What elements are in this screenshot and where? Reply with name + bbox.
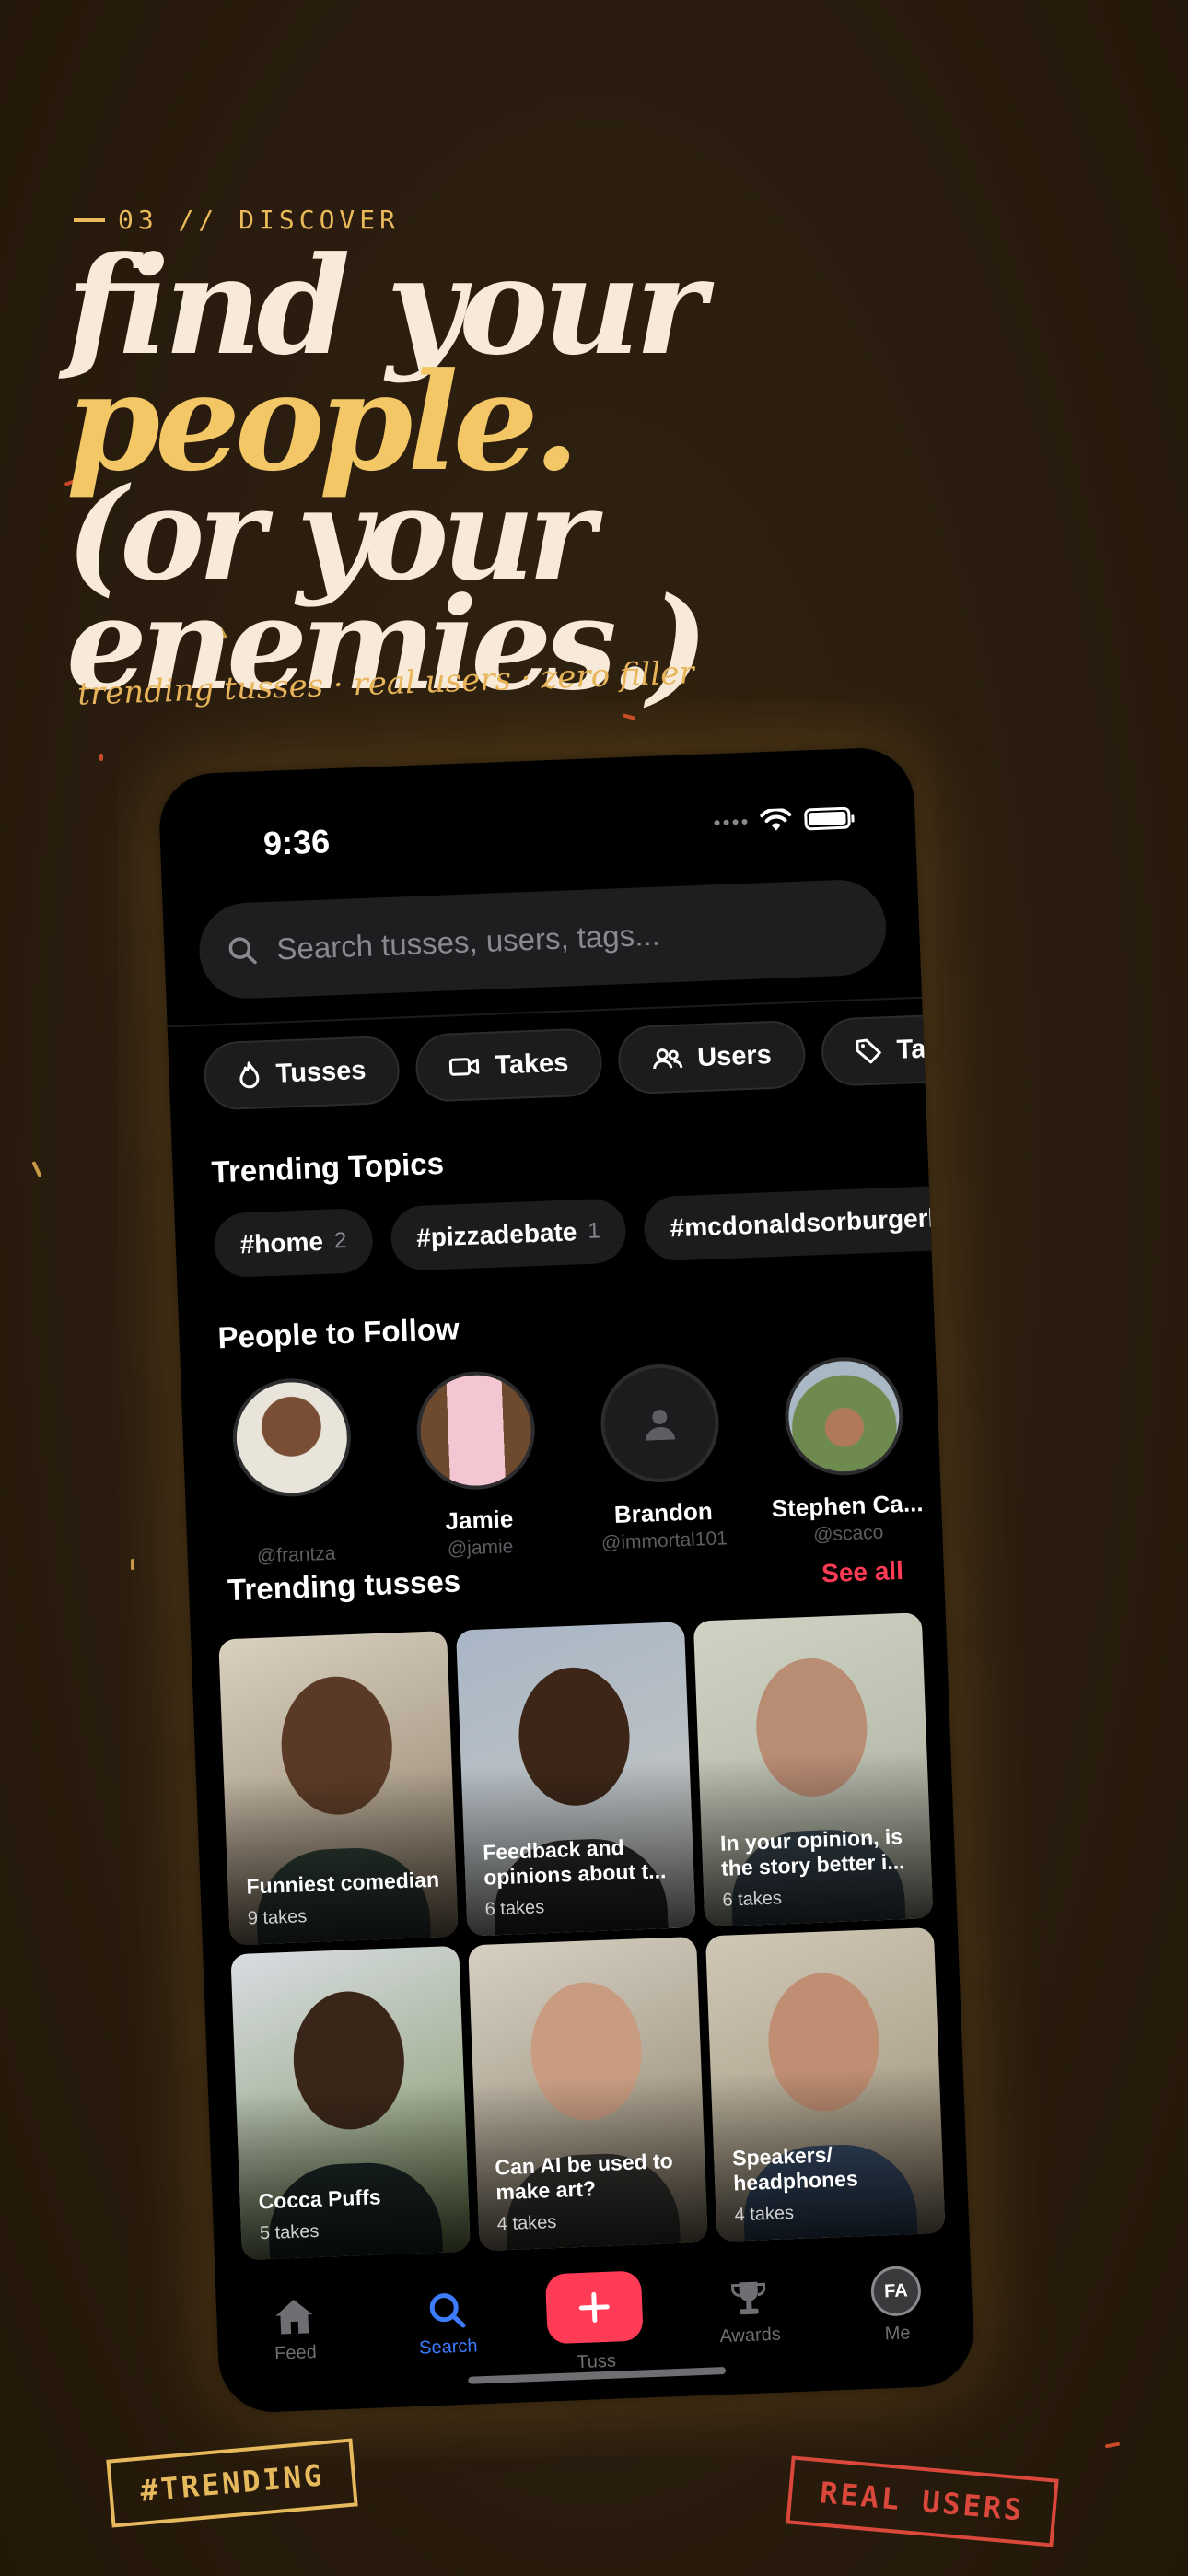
topic-tag: #home bbox=[239, 1226, 324, 1259]
avatar bbox=[599, 1362, 721, 1485]
tab-label: Awards bbox=[719, 2324, 782, 2348]
filter-chip-label: Tusses bbox=[275, 1055, 367, 1089]
tuss-takes: 4 takes bbox=[734, 2203, 795, 2226]
person-name bbox=[295, 1513, 296, 1542]
avatar bbox=[414, 1369, 538, 1493]
tab-label: Search bbox=[418, 2336, 478, 2359]
stamp-text: #TRENDING bbox=[138, 2457, 326, 2509]
topic-count: 1 bbox=[587, 1218, 601, 1244]
tuss-title: Can AI be used to make art? bbox=[494, 2148, 674, 2205]
people-to-follow-title: People to Follow bbox=[216, 1311, 460, 1355]
decorative-speck bbox=[31, 1160, 42, 1178]
topic-tag: #mcdonaldsorburgerki bbox=[670, 1202, 950, 1243]
decorative-speck bbox=[131, 1559, 134, 1570]
avatar bbox=[230, 1376, 354, 1499]
person-item[interactable]: @frantza bbox=[208, 1376, 378, 1570]
tuss-takes: 6 takes bbox=[484, 1897, 545, 1920]
tuss-title: Feedback and opinions about t... bbox=[482, 1834, 667, 1891]
filter-chip-label: Tags bbox=[896, 1032, 958, 1065]
signal-icon bbox=[714, 818, 748, 826]
search-icon bbox=[228, 937, 257, 965]
tuss-title: Speakers/ headphones bbox=[731, 2142, 859, 2195]
status-time: 9:36 bbox=[262, 822, 331, 863]
tab-feed[interactable]: Feed bbox=[239, 2295, 352, 2367]
tab-awards[interactable]: Awards bbox=[693, 2277, 806, 2349]
person-item[interactable]: Stephen Ca... @scaco bbox=[761, 1354, 930, 1549]
filter-chip-tags[interactable]: Tags bbox=[820, 1012, 975, 1087]
person-placeholder-icon bbox=[646, 1409, 676, 1441]
tab-bar: Feed Search Tuss Awards FA Me bbox=[215, 2237, 975, 2415]
filter-chip-tusses[interactable]: Tusses bbox=[203, 1035, 401, 1111]
stamp-real-users: REAL USERS bbox=[786, 2455, 1059, 2547]
tuss-takes: 4 takes bbox=[496, 2211, 557, 2235]
filter-chip-label: Takes bbox=[494, 1048, 569, 1081]
filter-chip-users[interactable]: Users bbox=[616, 1019, 807, 1095]
topic-tag: #pizzadebate bbox=[415, 1217, 577, 1252]
video-icon bbox=[448, 1058, 480, 1076]
tuss-grid: Funniest comedian 9 takes Feedback and o… bbox=[218, 1612, 946, 2261]
person-name: Jamie bbox=[444, 1505, 514, 1535]
filter-chip-takes[interactable]: Takes bbox=[413, 1027, 603, 1103]
avatar bbox=[782, 1354, 905, 1478]
avatar: FA bbox=[869, 2265, 922, 2317]
tuss-takes: 9 takes bbox=[247, 1906, 308, 1929]
topic-chip[interactable]: #mcdonaldsorburgerki bbox=[643, 1184, 975, 1262]
trending-topics-title: Trending Topics bbox=[210, 1145, 445, 1189]
plus-icon bbox=[578, 2291, 610, 2323]
trending-topics-list: #home 2 #pizzadebate 1 #mcdonaldsorburge… bbox=[213, 1184, 975, 1279]
tab-search[interactable]: Search bbox=[391, 2289, 505, 2360]
person-name: Brandon bbox=[613, 1496, 714, 1528]
home-icon bbox=[275, 2299, 313, 2335]
promo-page: 03 // DISCOVER find your people. (or you… bbox=[0, 0, 1188, 2576]
tag-icon bbox=[855, 1038, 881, 1064]
new-tuss-button[interactable] bbox=[544, 2270, 644, 2345]
users-icon bbox=[653, 1048, 683, 1070]
tuss-card[interactable]: Can AI be used to make art? 4 takes bbox=[468, 1936, 708, 2252]
tuss-takes: 5 takes bbox=[259, 2220, 320, 2244]
see-all-link[interactable]: See all bbox=[821, 1556, 904, 1588]
tab-label: Feed bbox=[274, 2342, 318, 2364]
battery-icon bbox=[804, 806, 851, 831]
tuss-card[interactable]: Feedback and opinions about t... 6 takes bbox=[456, 1622, 696, 1937]
search-bar[interactable]: Search tusses, users, tags... bbox=[197, 878, 889, 1001]
stamp-trending: #TRENDING bbox=[106, 2438, 359, 2528]
topic-chip[interactable]: #pizzadebate 1 bbox=[389, 1198, 628, 1272]
trending-tusses-title: Trending tusses bbox=[227, 1563, 461, 1608]
search-input[interactable]: Search tusses, users, tags... bbox=[276, 918, 661, 967]
status-icons bbox=[714, 806, 851, 836]
tuss-card[interactable]: Cocca Puffs 5 takes bbox=[230, 1945, 471, 2261]
filter-chips: Tusses Takes Users Tags bbox=[203, 1010, 975, 1111]
tab-label: Me bbox=[884, 2323, 911, 2345]
tuss-takes: 6 takes bbox=[722, 1888, 783, 1911]
trophy-icon bbox=[730, 2281, 766, 2315]
search-icon bbox=[429, 2293, 466, 2328]
person-handle: @jamie bbox=[447, 1536, 514, 1560]
decorative-speck bbox=[1104, 2441, 1121, 2449]
person-handle: @frantza bbox=[256, 1542, 336, 1567]
phone-mockup: 9:36 Search tusses, users, tags... Tusse… bbox=[157, 745, 975, 2415]
person-handle: @scaco bbox=[812, 1521, 884, 1546]
tuss-card[interactable]: Speakers/ headphones 4 takes bbox=[705, 1926, 946, 2242]
stamp-text: REAL USERS bbox=[818, 2475, 1026, 2528]
tab-label: Tuss bbox=[576, 2350, 617, 2373]
topic-count: 2 bbox=[333, 1227, 347, 1254]
wifi-icon bbox=[760, 808, 792, 831]
tuss-title: In your opinion, is the story better i..… bbox=[719, 1824, 905, 1881]
decorative-speck bbox=[99, 754, 103, 761]
headline: find your people. (or your enemies.) bbox=[66, 240, 1188, 708]
person-name: Stephen Ca... bbox=[771, 1489, 924, 1523]
filter-chip-label: Users bbox=[696, 1039, 773, 1072]
tuss-card[interactable]: Funniest comedian 9 takes bbox=[218, 1631, 459, 1946]
status-bar: 9:36 bbox=[159, 794, 915, 869]
tuss-card[interactable]: In your opinion, is the story better i..… bbox=[693, 1612, 934, 1927]
kicker-dash bbox=[74, 217, 105, 222]
person-handle: @immortal101 bbox=[600, 1528, 728, 1554]
topic-chip[interactable]: #home 2 bbox=[213, 1207, 374, 1279]
tab-me[interactable]: FA Me bbox=[840, 2265, 953, 2348]
people-list: @frantza Jamie @jamie Brandon @immortal1… bbox=[208, 1353, 942, 1569]
flame-icon bbox=[239, 1061, 260, 1089]
person-item[interactable]: Brandon @immortal101 bbox=[577, 1362, 746, 1556]
person-item[interactable]: Jamie @jamie bbox=[392, 1368, 562, 1563]
